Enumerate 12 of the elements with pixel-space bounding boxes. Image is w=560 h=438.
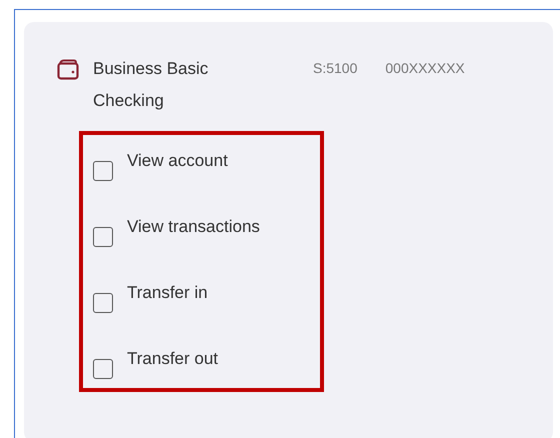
checkbox[interactable] (93, 359, 113, 379)
checkbox-label: Transfer out (127, 349, 218, 369)
checkbox-label: View transactions (127, 217, 260, 237)
checkbox-label: View account (127, 151, 228, 171)
checkbox-label: Transfer in (127, 283, 208, 303)
wallet-icon (57, 59, 79, 81)
checkbox[interactable] (93, 227, 113, 247)
account-name: Business Basic Checking (93, 58, 210, 112)
checkbox[interactable] (93, 293, 113, 313)
account-number: 000XXXXXX (385, 60, 465, 76)
account-code: S:5100 (313, 60, 358, 76)
checkbox[interactable] (93, 161, 113, 181)
